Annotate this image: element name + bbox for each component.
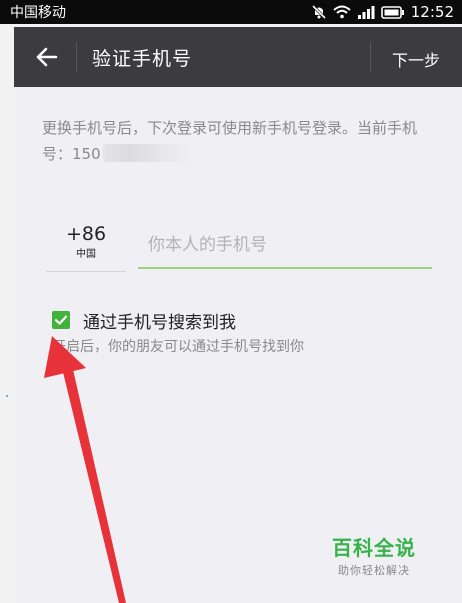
search-by-phone-checkbox[interactable] — [52, 311, 70, 329]
country-underline — [46, 271, 126, 272]
wifi-icon — [333, 5, 351, 19]
header-divider — [76, 42, 77, 72]
battery-icon — [380, 5, 405, 19]
checkmark-icon — [54, 315, 68, 325]
country-code-selector[interactable]: +86 中国 — [46, 221, 126, 271]
info-text: 更换手机号后，下次登录可使用新手机号登录。当前手机号：150 — [42, 115, 446, 167]
page-title: 验证手机号 — [92, 48, 193, 70]
watermark: 百科全说 助你轻松解决 — [332, 532, 416, 578]
app-bar: 验证手机号 下一步 — [14, 27, 462, 87]
mute-icon — [311, 4, 327, 20]
status-bar: 中国移动 12:52 — [0, 0, 462, 24]
current-number-text: 更换手机号后，下次登录可使用新手机号登录。当前手机号：150 — [42, 119, 418, 163]
carrier-name: 中国移动 — [10, 5, 66, 21]
country-code: +86 — [65, 223, 107, 245]
next-step-button[interactable]: 下一步 — [392, 47, 440, 71]
watermark-title: 百科全说 — [332, 536, 416, 560]
header-divider — [370, 42, 371, 72]
edge-dot — [6, 395, 8, 397]
search-by-phone-hint: 开启后，你的朋友可以通过手机号找到你 — [52, 339, 304, 355]
signal-icon — [357, 5, 375, 19]
search-by-phone-label: 通过手机号搜索到我 — [83, 313, 236, 333]
country-name: 中国 — [76, 249, 96, 260]
main-content: 更换手机号后，下次登录可使用新手机号登录。当前手机号：150 +86 中国 通过… — [14, 87, 462, 603]
watermark-subtitle: 助你轻松解决 — [338, 564, 410, 577]
status-icons: 12:52 — [311, 3, 454, 21]
phone-number-input[interactable] — [138, 223, 432, 269]
back-button[interactable] — [32, 42, 62, 72]
back-arrow-icon — [36, 47, 58, 67]
clock: 12:52 — [410, 3, 454, 21]
redacted-number — [102, 144, 195, 162]
